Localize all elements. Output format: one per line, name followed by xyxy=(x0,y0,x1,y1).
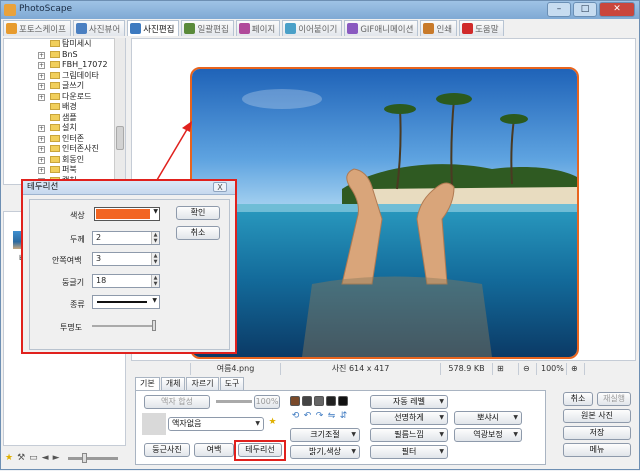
type-label: 종류 xyxy=(70,300,85,309)
thickness-input[interactable]: 2 ▲ ▼ xyxy=(92,231,160,245)
dialog-title-bar: 테두리선 X xyxy=(23,181,235,195)
dialog-close-button[interactable]: X xyxy=(213,182,227,192)
app-window: PhotoScape – □ ✕ 포토스케이프 사진뷰어 사진편집 일괄편집 페이지 이어… xyxy=(0,0,640,470)
border-line-dialog: 테두리선 X 색상 ▼ 확인 취소 두께 2 ▲ ▼ 안쪽여백 3 ▲ ▼ 둥글기 18… xyxy=(21,179,237,354)
dialog-body: 색상 ▼ 확인 취소 두께 2 ▲ ▼ 안쪽여백 3 ▲ ▼ 둥글기 18 ▲ ▼ 종류 ▼… xyxy=(29,199,230,350)
opacity-label: 투명도 xyxy=(60,323,83,332)
dialog-cancel-button[interactable]: 취소 xyxy=(176,226,220,240)
opacity-slider[interactable] xyxy=(92,320,156,331)
inner-margin-label: 안쪽여백 xyxy=(52,256,82,265)
inner-margin-input[interactable]: 3 ▲ ▼ xyxy=(92,252,160,266)
line-type-select[interactable]: ▼ xyxy=(92,295,160,309)
color-picker[interactable]: ▼ xyxy=(94,207,160,221)
roundness-input[interactable]: 18 ▲ ▼ xyxy=(92,274,160,288)
roundness-label: 둥글기 xyxy=(62,278,85,287)
color-label: 색상 xyxy=(70,211,85,220)
ok-button[interactable]: 확인 xyxy=(176,206,220,220)
thickness-label: 두께 xyxy=(70,235,85,244)
dialog-title: 테두리선 xyxy=(27,182,59,192)
